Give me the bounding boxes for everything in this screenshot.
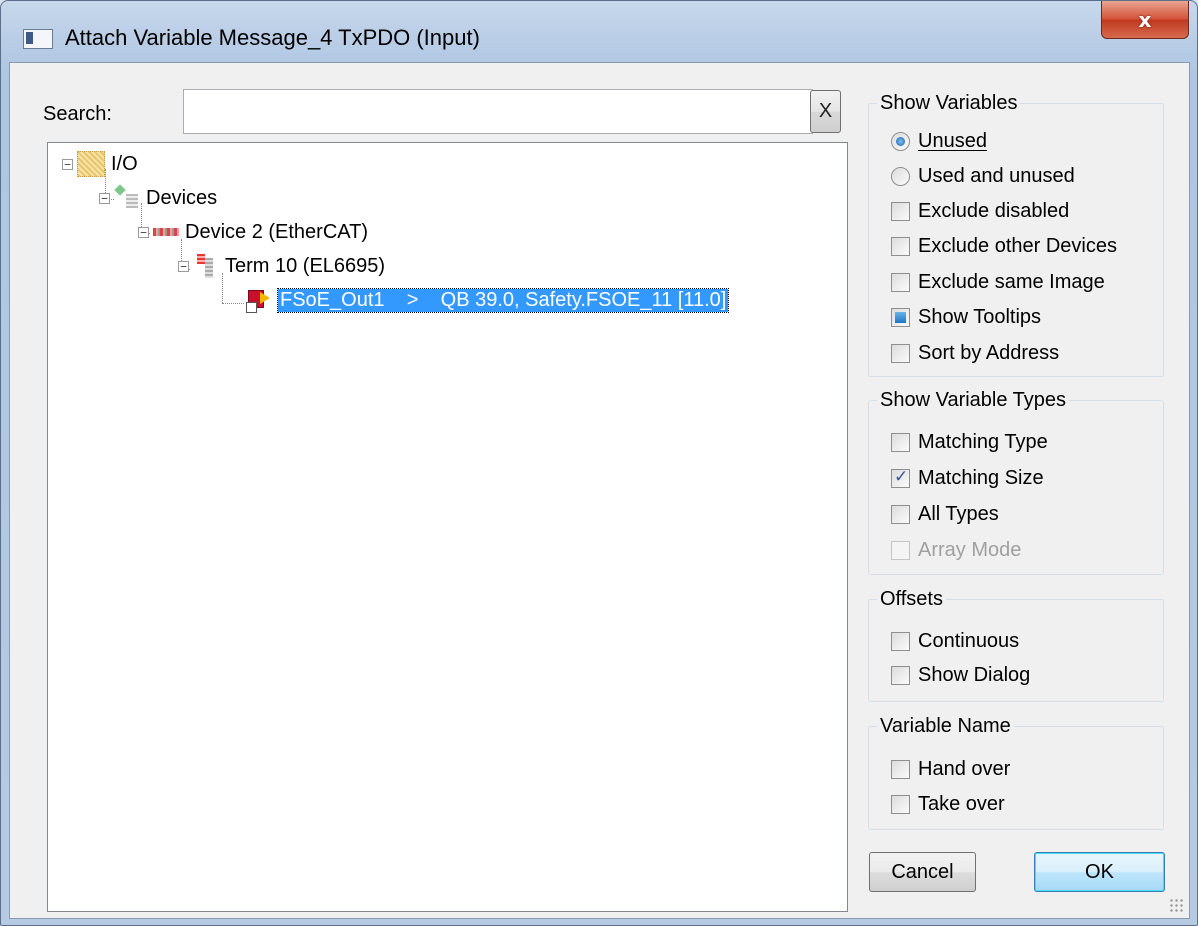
option-label: Exclude disabled <box>918 199 1070 222</box>
tree-node-label: I/O <box>111 152 138 175</box>
option-label: Show Dialog <box>918 663 1031 686</box>
option-label: All Types <box>918 502 999 525</box>
group-title: Show Variable Types <box>877 389 1070 412</box>
matching-size-checkbox[interactable]: Matching Size <box>891 463 1044 493</box>
window-icon <box>23 29 53 49</box>
show-variable-types-group: Show Variable Types Matching Type Matchi… <box>868 389 1164 575</box>
tree-node-term-10[interactable]: − Term 10 (EL6695) <box>178 253 385 279</box>
checkbox[interactable] <box>891 504 910 524</box>
exclude-disabled-checkbox[interactable]: Exclude disabled <box>891 196 1069 226</box>
search-input[interactable] <box>183 89 813 134</box>
exclude-other-devices-checkbox[interactable]: Exclude other Devices <box>891 231 1117 261</box>
array-mode-checkbox: Array Mode <box>891 535 1021 565</box>
option-label: Unused <box>918 129 987 152</box>
tree-node-devices[interactable]: − Devices <box>99 184 218 211</box>
group-title: Offsets <box>877 588 946 611</box>
ok-button[interactable]: OK <box>1034 852 1165 892</box>
radio-button[interactable] <box>891 131 910 151</box>
option-label: Sort by Address <box>918 341 1060 364</box>
option-label: Array Mode <box>918 538 1022 561</box>
devices-icon <box>114 184 140 210</box>
option-label: Hand over <box>918 757 1011 780</box>
dialog-window: Attach Variable Message_4 TxPDO (Input) … <box>0 0 1198 926</box>
cancel-button[interactable]: Cancel <box>869 852 976 892</box>
collapse-icon[interactable]: − <box>99 192 110 204</box>
tree-node-label: FSoE_Out1 > QB 39.0, Safety.FSOE_11 [11.… <box>276 287 730 313</box>
matching-type-checkbox[interactable]: Matching Type <box>891 427 1048 457</box>
unused-radio[interactable]: Unused <box>891 126 987 156</box>
option-label: Show Tooltips <box>918 305 1042 328</box>
option-label: Take over <box>918 792 1005 815</box>
radio-button[interactable] <box>891 166 910 186</box>
checkbox[interactable] <box>891 665 910 685</box>
option-label: Matching Type <box>918 430 1048 453</box>
tree-node-label: Devices <box>146 186 218 209</box>
clear-icon: X <box>818 100 833 122</box>
option-label: Exclude other Devices <box>918 234 1117 257</box>
checkbox[interactable] <box>891 467 910 488</box>
dialog-client-area: Search: X − I/O − Devices − Device 2 (Et… <box>9 62 1190 919</box>
group-title: Variable Name <box>877 715 1014 738</box>
continuous-checkbox[interactable]: Continuous <box>891 626 1019 656</box>
terminal-icon <box>193 254 219 278</box>
exclude-same-image-checkbox[interactable]: Exclude same Image <box>891 267 1105 297</box>
sort-by-address-checkbox[interactable]: Sort by Address <box>891 338 1059 368</box>
hand-over-checkbox[interactable]: Hand over <box>891 754 1010 784</box>
collapse-icon[interactable]: − <box>178 260 189 272</box>
close-icon: x <box>1138 7 1152 32</box>
clear-search-button[interactable]: X <box>810 90 841 133</box>
tree-node-label: Term 10 (EL6695) <box>225 254 386 277</box>
option-label: Matching Size <box>918 466 1044 489</box>
close-button[interactable]: x <box>1101 1 1189 39</box>
option-label: Exclude same Image <box>918 270 1105 293</box>
checkbox[interactable] <box>891 272 910 292</box>
collapse-icon[interactable]: − <box>138 226 149 238</box>
checkbox[interactable] <box>891 432 910 452</box>
checkbox[interactable] <box>891 236 910 256</box>
take-over-checkbox[interactable]: Take over <box>891 789 1005 819</box>
tree-node-label: Device 2 (EtherCAT) <box>185 220 369 243</box>
output-variable-icon <box>246 288 272 313</box>
search-label: Search: <box>43 103 112 125</box>
tree-node-device-2[interactable]: − Device 2 (EtherCAT) <box>138 219 368 245</box>
checkbox[interactable] <box>891 201 910 221</box>
collapse-icon[interactable]: − <box>62 158 73 170</box>
checkbox[interactable] <box>891 307 910 327</box>
option-label: Continuous <box>918 629 1020 652</box>
checkbox <box>891 540 910 560</box>
used-and-unused-radio[interactable]: Used and unused <box>891 161 1075 191</box>
window-title: Attach Variable Message_4 TxPDO (Input) <box>65 25 480 50</box>
variable-name-group: Variable Name Hand over Take over <box>868 715 1164 830</box>
all-types-checkbox[interactable]: All Types <box>891 499 999 529</box>
resize-grip-icon[interactable] <box>1169 898 1183 912</box>
checkbox[interactable] <box>891 343 910 363</box>
tree-node-io[interactable]: − I/O <box>62 151 138 177</box>
checkbox[interactable] <box>891 759 910 779</box>
io-folder-icon <box>77 151 105 177</box>
tree-connector <box>222 303 244 304</box>
show-variables-group: Show Variables Unused Used and unused Ex… <box>868 92 1164 377</box>
option-label: Used and unused <box>918 164 1075 187</box>
ethercat-device-icon <box>153 220 179 244</box>
offsets-group: Offsets Continuous Show Dialog <box>868 588 1164 702</box>
show-dialog-checkbox[interactable]: Show Dialog <box>891 660 1030 690</box>
group-title: Show Variables <box>877 92 1021 115</box>
checkbox[interactable] <box>891 794 910 814</box>
show-tooltips-checkbox[interactable]: Show Tooltips <box>891 302 1041 332</box>
tree-node-fsoe-out1[interactable]: FSoE_Out1 > QB 39.0, Safety.FSOE_11 [11.… <box>246 287 730 313</box>
variable-tree[interactable]: − I/O − Devices − Device 2 (EtherCAT) − … <box>47 142 848 912</box>
checkbox[interactable] <box>891 631 910 651</box>
